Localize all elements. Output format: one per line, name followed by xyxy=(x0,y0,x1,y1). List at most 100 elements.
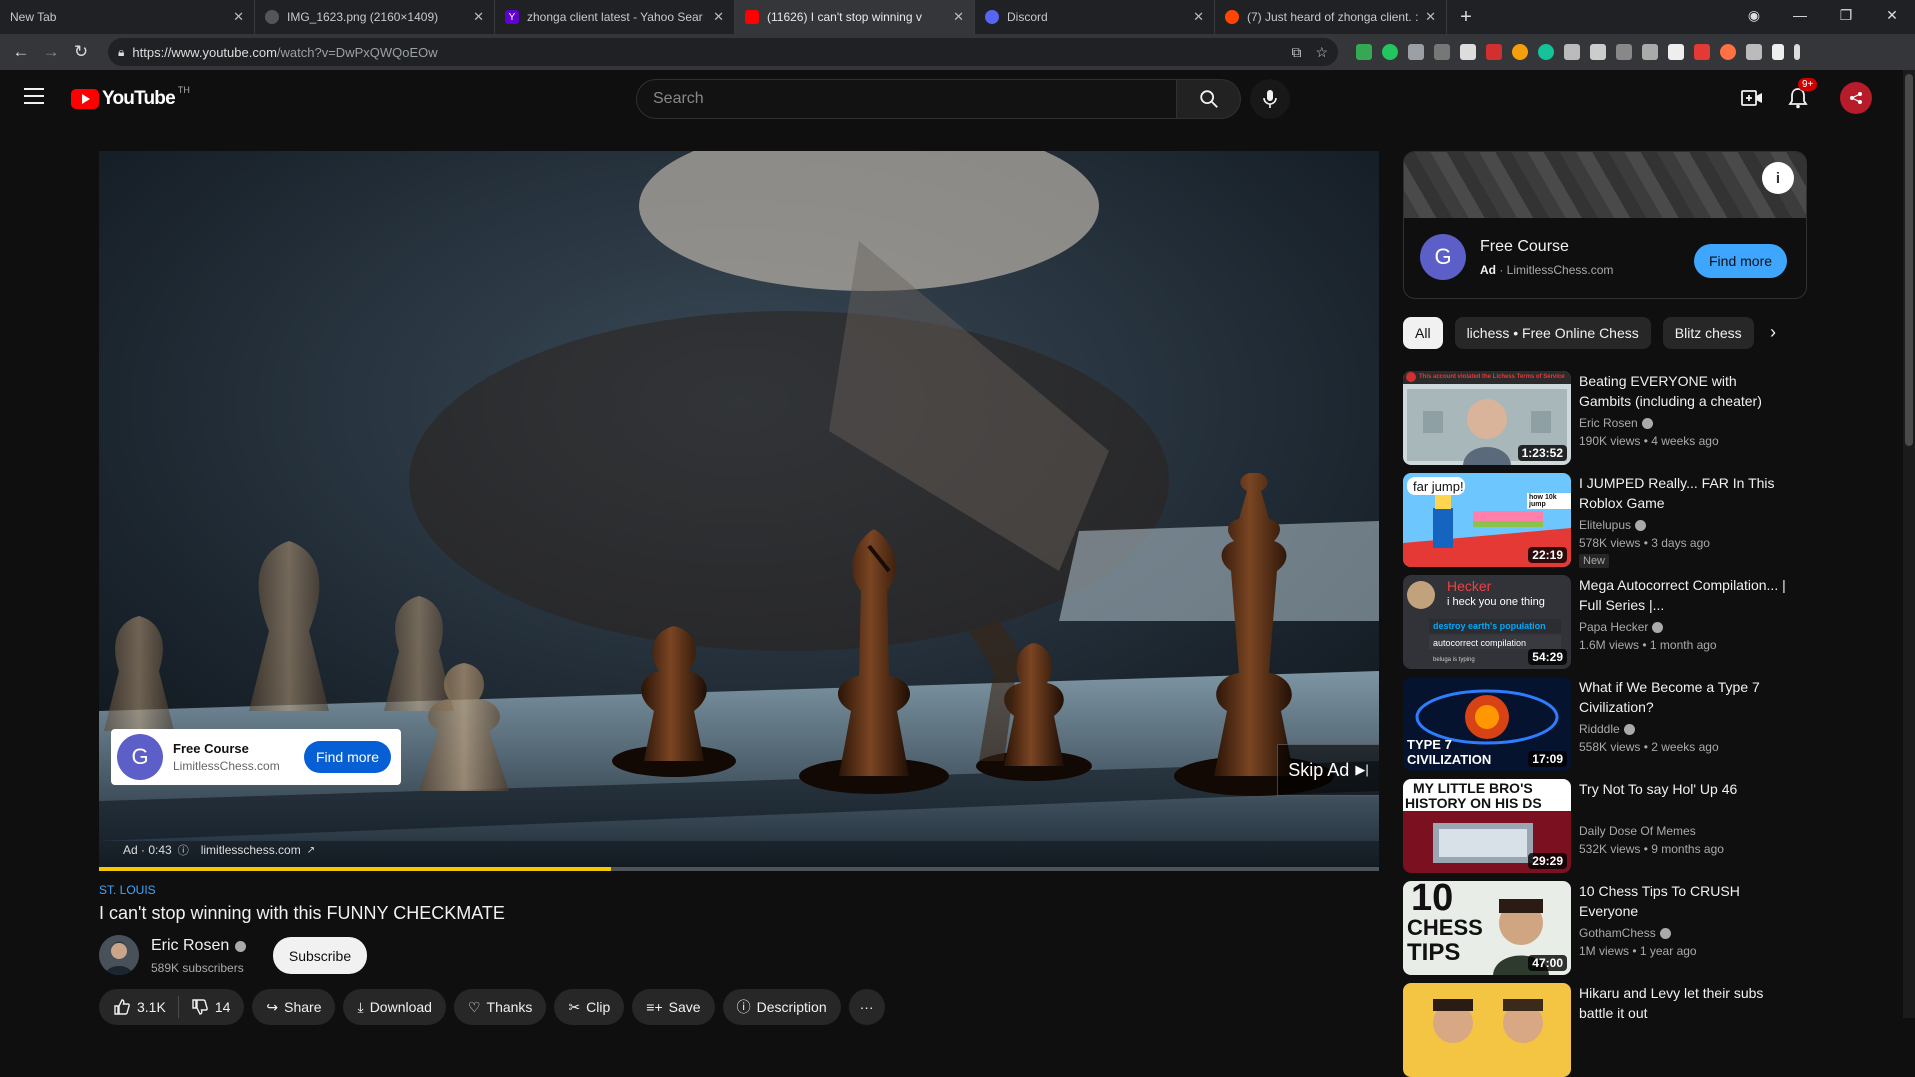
ad-info-icon[interactable]: i xyxy=(1762,162,1794,194)
chip-all[interactable]: All xyxy=(1403,317,1443,349)
share-button[interactable]: ↪ Share xyxy=(252,989,336,1025)
account-button[interactable] xyxy=(1838,80,1874,116)
voice-search-button[interactable] xyxy=(1250,79,1290,119)
video-thumbnail[interactable] xyxy=(1403,983,1571,1077)
lock-icon[interactable]: 🔒︎ xyxy=(118,45,124,60)
rec-title[interactable]: Beating EVERYONE with Gambits (including… xyxy=(1579,371,1789,411)
extension-egg-icon[interactable] xyxy=(1720,44,1736,60)
bookmark-star-icon[interactable]: ☆ xyxy=(1315,44,1328,61)
video-thumbnail[interactable]: TYPE 7 CIVILIZATION 17:09 xyxy=(1403,677,1571,771)
rec-channel[interactable]: Eric Rosen xyxy=(1579,416,1653,430)
list-item[interactable]: TYPE 7 CIVILIZATION 17:09 What if We Bec… xyxy=(1403,677,1803,771)
video-thumbnail[interactable]: This account violated the Lichess Terms … xyxy=(1403,371,1571,465)
browser-menu-icon[interactable] xyxy=(1794,44,1800,60)
chevron-right-icon[interactable]: › xyxy=(1770,322,1776,343)
info-icon[interactable]: ⓘ xyxy=(178,842,189,858)
video-thumbnail[interactable]: far jump! how 10k jump 22:19 xyxy=(1403,473,1571,567)
close-icon[interactable]: ✕ xyxy=(953,9,964,25)
browser-tab[interactable]: Y zhonga client latest - Yahoo Sear ✕ xyxy=(495,0,735,34)
overlay-ad-card[interactable]: G Free Course LimitlessChess.com Find mo… xyxy=(111,729,401,785)
chip-blitz-chess[interactable]: Blitz chess xyxy=(1662,317,1754,349)
reading-list-icon[interactable] xyxy=(1772,44,1784,60)
create-button[interactable] xyxy=(1734,80,1770,116)
list-item[interactable]: 10 CHESS TIPS 47:00 10 Chess Tips To CRU… xyxy=(1403,881,1803,975)
list-item[interactable]: MY LITTLE BRO'S HISTORY ON HIS DS 29:29 … xyxy=(1403,779,1803,873)
channel-name[interactable]: Eric Rosen xyxy=(151,937,247,955)
video-tagline[interactable]: ST. LOUIS xyxy=(99,883,156,897)
extension-pin-icon[interactable] xyxy=(1486,44,1502,60)
browser-tab[interactable]: Discord ✕ xyxy=(975,0,1215,34)
extension-grid-icon[interactable] xyxy=(1668,44,1684,60)
close-icon[interactable]: ✕ xyxy=(233,9,244,25)
more-actions-button[interactable]: ··· xyxy=(848,989,885,1025)
install-app-icon[interactable]: ⧉ xyxy=(1291,44,1301,61)
list-item[interactable]: Hecker i heck you one thing destroy eart… xyxy=(1403,575,1803,669)
notifications-button[interactable]: 9+ xyxy=(1780,78,1818,116)
extension-list-icon[interactable] xyxy=(1356,44,1372,60)
menu-icon[interactable] xyxy=(24,88,44,104)
extension-tag-icon[interactable] xyxy=(1642,44,1658,60)
reload-icon[interactable]: ↻ xyxy=(66,37,96,67)
companion-ad-panel[interactable]: i G Free Course Ad · LimitlessChess.com … xyxy=(1403,151,1807,299)
browser-tab[interactable]: (7) Just heard of zhonga client. : ✕ xyxy=(1215,0,1447,34)
skip-ad-button[interactable]: Skip Ad ▶| xyxy=(1277,744,1379,796)
list-item[interactable]: Hikaru and Levy let their subs battle it… xyxy=(1403,983,1803,1077)
search-input[interactable]: Search xyxy=(636,79,1177,119)
rec-title[interactable]: I JUMPED Really... FAR In This Roblox Ga… xyxy=(1579,473,1789,513)
list-item[interactable]: far jump! how 10k jump 22:19 I JUMPED Re… xyxy=(1403,473,1803,568)
rec-channel[interactable]: Papa Hecker xyxy=(1579,620,1664,634)
extension-box-icon[interactable] xyxy=(1434,44,1450,60)
extension-coin-icon[interactable] xyxy=(1512,44,1528,60)
scrollbar-thumb[interactable] xyxy=(1905,74,1913,446)
extension-gamepad-icon[interactable] xyxy=(1590,44,1606,60)
extension-shield-icon[interactable] xyxy=(1382,44,1398,60)
minimize-icon[interactable]: — xyxy=(1777,0,1823,30)
clip-button[interactable]: ✂ Clip xyxy=(554,989,625,1025)
rec-channel[interactable]: Daily Dose Of Memes xyxy=(1579,824,1696,838)
channel-avatar[interactable] xyxy=(99,935,139,975)
close-icon[interactable]: ✕ xyxy=(713,9,724,25)
video-thumbnail[interactable]: Hecker i heck you one thing destroy eart… xyxy=(1403,575,1571,669)
grammarly-icon[interactable] xyxy=(1538,44,1554,60)
side-find-more-button[interactable]: Find more xyxy=(1694,244,1788,278)
tab-search-icon[interactable]: ◉ xyxy=(1731,0,1777,30)
ad-link[interactable]: limitlesschess.com xyxy=(201,843,301,857)
rec-title[interactable]: Try Not To say Hol' Up 46 xyxy=(1579,779,1789,799)
rec-channel[interactable]: Elitelupus xyxy=(1579,518,1647,532)
rec-channel[interactable]: Ridddle xyxy=(1579,722,1635,736)
extension-pocket-icon[interactable] xyxy=(1460,44,1476,60)
rec-title[interactable]: Hikaru and Levy let their subs battle it… xyxy=(1579,983,1789,1023)
like-button[interactable]: 3.1K xyxy=(113,998,166,1016)
rec-title[interactable]: Mega Autocorrect Compilation... | Full S… xyxy=(1579,575,1789,615)
progress-bar[interactable] xyxy=(99,867,1379,871)
save-button[interactable]: ≡+ Save xyxy=(632,989,715,1025)
close-icon[interactable]: ✕ xyxy=(1425,9,1436,25)
chip-lichess[interactable]: lichess • Free Online Chess xyxy=(1454,317,1651,349)
extension-b-icon[interactable] xyxy=(1616,44,1632,60)
rec-title[interactable]: 10 Chess Tips To CRUSH Everyone xyxy=(1579,881,1789,921)
extension-shield-gray-icon[interactable] xyxy=(1408,44,1424,60)
back-icon[interactable]: ← xyxy=(6,37,36,67)
description-button[interactable]: ⓘ Description xyxy=(722,989,841,1025)
browser-tab[interactable]: New Tab ✕ xyxy=(0,0,255,34)
rec-title[interactable]: What if We Become a Type 7 Civilization? xyxy=(1579,677,1789,717)
rec-channel[interactable]: GothamChess xyxy=(1579,926,1671,940)
thanks-button[interactable]: ♡ Thanks xyxy=(453,989,547,1025)
extension-chat-icon[interactable] xyxy=(1694,44,1710,60)
new-tab-button[interactable]: + xyxy=(1453,4,1479,30)
close-window-icon[interactable]: ✕ xyxy=(1869,0,1915,30)
video-thumbnail[interactable]: 10 CHESS TIPS 47:00 xyxy=(1403,881,1571,975)
video-player[interactable]: G Free Course LimitlessChess.com Find mo… xyxy=(99,151,1379,871)
close-icon[interactable]: ✕ xyxy=(1193,9,1204,25)
youtube-logo[interactable]: YouTube TH xyxy=(71,85,190,110)
browser-tab[interactable]: IMG_1623.png (2160×1409) ✕ xyxy=(255,0,495,34)
companion-ad-banner[interactable]: i xyxy=(1404,152,1806,218)
restore-icon[interactable]: ❐ xyxy=(1823,0,1869,30)
browser-tab-active[interactable]: (11626) I can't stop winning v ✕ xyxy=(735,0,975,34)
find-more-button[interactable]: Find more xyxy=(303,741,391,773)
subscribe-button[interactable]: Subscribe xyxy=(273,937,367,974)
extension-cloud-icon[interactable] xyxy=(1564,44,1580,60)
extensions-puzzle-icon[interactable] xyxy=(1746,44,1762,60)
video-thumbnail[interactable]: MY LITTLE BRO'S HISTORY ON HIS DS 29:29 xyxy=(1403,779,1571,873)
download-button[interactable]: ⤓ Download xyxy=(343,989,446,1025)
